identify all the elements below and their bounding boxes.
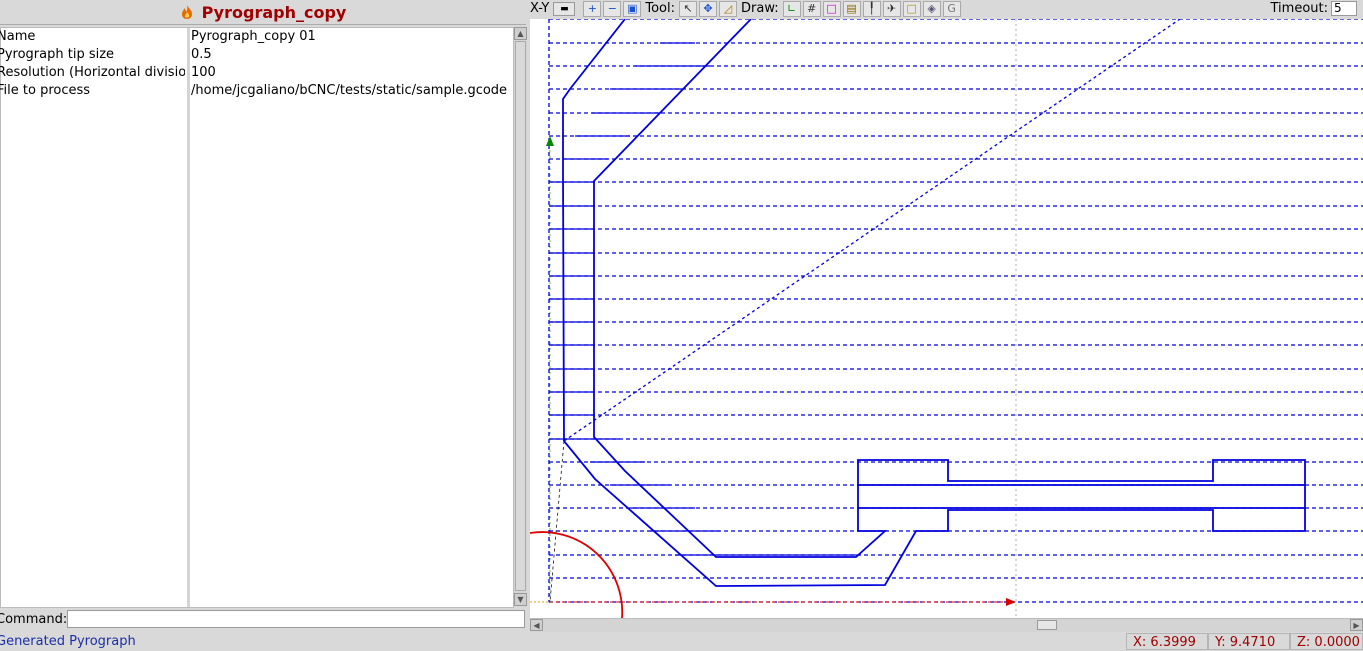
pan-icon[interactable]: ✥ [699,1,717,17]
scrollbar-thumb[interactable] [515,41,526,591]
property-name: File to process [0,83,91,98]
zoom-fit-icon[interactable]: ▣ [623,1,642,17]
property-name: Pyrograph tip size [0,47,115,62]
property-value[interactable]: 0.5 [191,46,511,64]
origin-arc [529,531,624,619]
property-value[interactable]: 100 [191,64,511,82]
table-row[interactable]: File to process /home/jcgaliano/bCNC/tes… [0,82,513,100]
view-dropdown-button[interactable]: ▬ [553,2,576,16]
timeout-input[interactable]: 5 [1331,0,1357,16]
view-select[interactable]: X-Y [528,1,551,17]
draw-label: Draw: [741,1,779,16]
table-row[interactable]: Pyrograph tip size 0.5 [0,46,513,64]
scroll-up-icon[interactable]: ▲ [514,27,527,40]
property-name: Resolution (Horizontal divisio [0,65,185,80]
probe-icon[interactable]: ╿ [862,1,881,17]
y-coordinate: Y: 9.4710 [1208,633,1290,650]
property-value[interactable]: /home/jcgaliano/bCNC/tests/static/sample… [191,82,511,100]
gantry-icon[interactable]: G [942,1,961,17]
canvas-toolbar: X-Y ▬ + − ▣ Tool: ↖ ✥ ◿ Draw: ∟ # □ ▤ ╿ … [528,0,1363,18]
axes-icon[interactable]: ∟ [782,1,801,17]
tool-label: Tool: [645,1,675,16]
scroll-left-icon[interactable]: ◀ [530,619,543,631]
paths-icon[interactable]: □ [902,1,921,17]
command-label: Command: [0,612,68,627]
panel-title: Pyrograph_copy [201,2,347,22]
workarea-icon[interactable]: ▤ [842,1,861,17]
timeout-control: Timeout: 5 [1271,0,1357,16]
table-row[interactable]: Name Pyrograph_copy 01 [0,28,513,46]
flame-icon [181,5,192,19]
camera-icon[interactable]: ◈ [922,1,941,17]
table-row[interactable]: Resolution (Horizontal divisio 100 [0,64,513,82]
gcode-canvas[interactable] [529,18,1363,619]
scrollbar-thumb[interactable] [1037,620,1057,630]
toolpath-drawing [529,18,1363,619]
panel-header: Pyrograph_copy [0,0,526,25]
cut-paths [562,18,1306,587]
pointer-icon[interactable]: ↖ [679,1,697,17]
z-coordinate: Z: 0.0000 [1290,633,1363,650]
timeout-label: Timeout: [1270,0,1328,16]
margins-icon[interactable]: □ [822,1,841,17]
scroll-down-icon[interactable]: ▼ [514,593,527,606]
zoom-out-icon[interactable]: − [603,1,622,17]
status-message: Generated Pyrograph [0,634,136,649]
zoom-in-icon[interactable]: + [583,1,602,17]
properties-table: Name Pyrograph_copy 01 Pyrograph tip siz… [0,27,514,608]
property-value[interactable]: Pyrograph_copy 01 [191,28,511,46]
column-divider[interactable] [187,28,190,607]
y-axis-arrow-icon [546,136,554,146]
properties-scrollbar[interactable]: ▲ ▼ [513,27,527,606]
scroll-right-icon[interactable]: ▶ [1350,619,1363,631]
canvas-scrollbar[interactable]: ◀ ▶ [530,618,1363,632]
ruler-icon[interactable]: ◿ [719,1,737,17]
x-coordinate: X: 6.3999 [1126,633,1208,650]
command-input[interactable] [67,610,525,628]
property-name: Name [0,29,36,44]
grid-icon[interactable]: # [802,1,821,17]
x-axis-arrow-icon [1006,598,1016,606]
rapid-icon[interactable]: ✈ [882,1,901,17]
